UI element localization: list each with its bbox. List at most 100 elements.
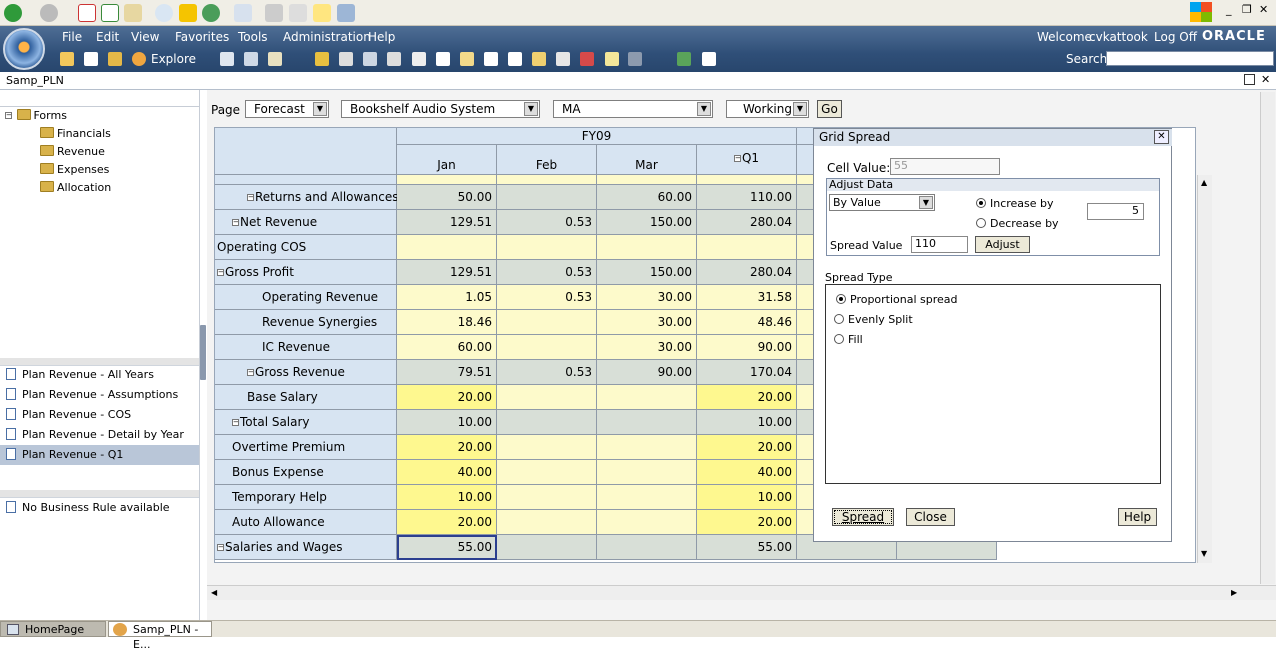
collapse-icon[interactable]: −: [232, 419, 239, 426]
grid-cell[interactable]: 10.00: [397, 410, 497, 435]
mail-icon[interactable]: [234, 4, 252, 22]
fill-radio[interactable]: Fill: [834, 333, 863, 346]
grid-cell[interactable]: 280.04: [697, 260, 797, 285]
menu-edit[interactable]: Edit: [96, 30, 119, 44]
page-vertical-scrollbar[interactable]: [1260, 92, 1275, 584]
grid-cell[interactable]: 10.00: [697, 485, 797, 510]
dialog-close-icon[interactable]: ✕: [1154, 130, 1169, 144]
grid-cell[interactable]: [497, 510, 597, 535]
plan-item-detail-by-year[interactable]: Plan Revenue - Detail by Year: [0, 425, 199, 445]
collapse-icon[interactable]: −: [5, 112, 12, 119]
grid-cell[interactable]: 150.00: [597, 260, 697, 285]
explore-icon[interactable]: [132, 52, 146, 66]
row-label[interactable]: Overtime Premium: [215, 435, 397, 460]
tree-financials[interactable]: Financials: [40, 125, 111, 143]
edit-icon[interactable]: [289, 4, 307, 22]
panel-splitter[interactable]: [200, 325, 206, 380]
grid-cell[interactable]: 55.00: [397, 535, 497, 560]
row-label[interactable]: Temporary Help: [215, 485, 397, 510]
cut-icon[interactable]: [412, 52, 426, 66]
grid-cell[interactable]: [597, 485, 697, 510]
grid-cell[interactable]: 55.00: [697, 535, 797, 560]
column-header[interactable]: Feb: [497, 145, 597, 175]
grid-cell[interactable]: 40.00: [397, 460, 497, 485]
home-icon[interactable]: [60, 52, 74, 66]
collapse-icon[interactable]: −: [217, 269, 224, 276]
back-icon[interactable]: [4, 4, 22, 22]
close-window-icon[interactable]: ✕: [1259, 3, 1268, 16]
grid-cell[interactable]: 79.51: [397, 360, 497, 385]
column-header[interactable]: −Q1: [697, 145, 797, 175]
home-icon[interactable]: [124, 4, 142, 22]
copy-icon[interactable]: [436, 52, 450, 66]
dropdown-arrow-icon[interactable]: ▼: [524, 102, 538, 116]
column-header[interactable]: Jan: [397, 145, 497, 175]
grid-cell[interactable]: [497, 310, 597, 335]
row-label[interactable]: Auto Allowance: [215, 510, 397, 535]
scroll-left-icon[interactable]: ◀: [211, 588, 217, 597]
grid-cell[interactable]: [597, 535, 697, 560]
grid-cell[interactable]: 20.00: [397, 435, 497, 460]
forward-icon[interactable]: [40, 4, 58, 22]
grid-cell[interactable]: [597, 235, 697, 260]
row-label[interactable]: Base Salary: [215, 385, 397, 410]
refresh-icon[interactable]: [101, 4, 119, 22]
taskbar-homepage[interactable]: HomePage: [0, 621, 106, 637]
scenario-select[interactable]: Forecast ▼: [245, 100, 329, 118]
collapse-icon[interactable]: −: [217, 544, 224, 551]
adjust-type-select[interactable]: By Value ▼: [829, 194, 935, 211]
grid-cell[interactable]: [597, 435, 697, 460]
open-folder-icon[interactable]: [108, 52, 122, 66]
grid-cell[interactable]: 0.53: [497, 260, 597, 285]
list-icon[interactable]: [556, 52, 570, 66]
print-icon[interactable]: [265, 4, 283, 22]
grid-cell[interactable]: 0.53: [497, 210, 597, 235]
horizontal-scrollbar[interactable]: ◀ ▶: [207, 585, 1276, 600]
row-label[interactable]: Bonus Expense: [215, 460, 397, 485]
grid-cell[interactable]: 110.00: [697, 185, 797, 210]
grid-cell[interactable]: 280.04: [697, 210, 797, 235]
grid-cell[interactable]: 20.00: [397, 510, 497, 535]
grid-cell[interactable]: 10.00: [697, 410, 797, 435]
search-icon[interactable]: [155, 4, 173, 22]
row-label[interactable]: Operating COS: [215, 235, 397, 260]
grid-cell[interactable]: 129.51: [397, 260, 497, 285]
dropdown-arrow-icon[interactable]: ▼: [919, 196, 933, 209]
version-select[interactable]: Working ▼: [726, 100, 809, 118]
grid-cell[interactable]: [597, 510, 697, 535]
grid-cell[interactable]: 31.58: [697, 285, 797, 310]
spread-button[interactable]: Spread: [832, 508, 894, 526]
close-tab-icon[interactable]: ✕: [1261, 73, 1270, 86]
help-button[interactable]: Help: [1118, 508, 1157, 526]
collapse-icon[interactable]: −: [733, 155, 741, 162]
close-button[interactable]: Close: [906, 508, 955, 526]
dropdown-arrow-icon[interactable]: ▼: [793, 102, 807, 116]
menu-favorites[interactable]: Favorites: [175, 30, 229, 44]
grid-cell[interactable]: [497, 485, 597, 510]
save-icon[interactable]: [220, 52, 234, 66]
grid-cell[interactable]: 90.00: [597, 360, 697, 385]
spread-value-input[interactable]: 110: [911, 236, 968, 253]
evenly-split-radio[interactable]: Evenly Split: [834, 313, 913, 326]
row-label[interactable]: −Gross Revenue: [215, 360, 397, 385]
collapse-icon[interactable]: −: [247, 369, 254, 376]
grid-cell[interactable]: [497, 385, 597, 410]
grid-vertical-scrollbar[interactable]: ▲ ▼: [1197, 175, 1212, 563]
favorites-icon[interactable]: [179, 4, 197, 22]
proportional-spread-radio[interactable]: Proportional spread: [836, 293, 958, 306]
tree-allocation[interactable]: Allocation: [40, 179, 111, 197]
row-label[interactable]: −Gross Profit: [215, 260, 397, 285]
row-label[interactable]: −Net Revenue: [215, 210, 397, 235]
messenger-icon[interactable]: [337, 4, 355, 22]
stop-icon[interactable]: [78, 4, 96, 22]
dropdown-arrow-icon[interactable]: ▼: [697, 102, 711, 116]
tree-expenses[interactable]: Expenses: [40, 161, 109, 179]
collapse-icon[interactable]: −: [232, 219, 239, 226]
validate-icon[interactable]: [508, 52, 522, 66]
plan-item-assumptions[interactable]: Plan Revenue - Assumptions: [0, 385, 199, 405]
help-icon[interactable]: [702, 52, 716, 66]
dropdown-arrow-icon[interactable]: ▼: [313, 102, 327, 116]
go-button[interactable]: Go: [817, 100, 842, 118]
notes-icon[interactable]: [605, 52, 619, 66]
grid-cell[interactable]: 90.00: [697, 335, 797, 360]
